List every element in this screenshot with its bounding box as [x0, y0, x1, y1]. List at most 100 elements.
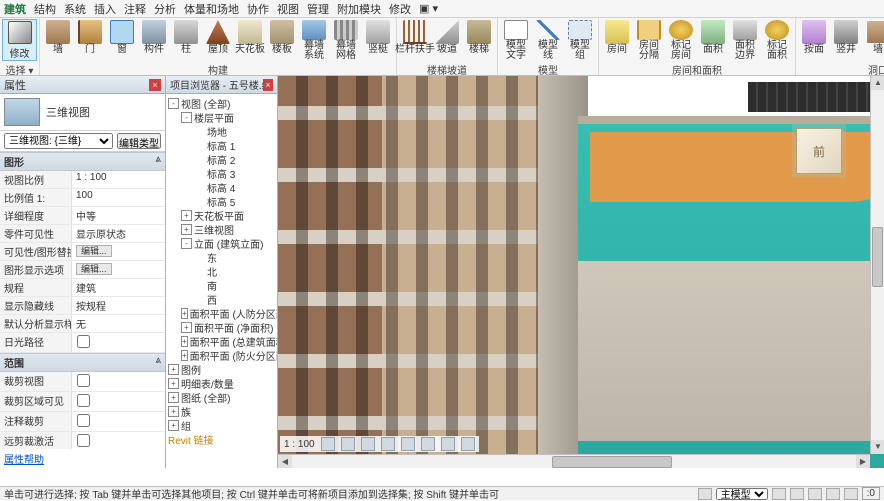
tree-node[interactable]: +三维视图 [166, 222, 277, 236]
crop-icon[interactable] [421, 437, 435, 451]
ribbon-屋顶-button[interactable]: 屋顶 [202, 19, 234, 61]
prop-row[interactable]: 显示隐藏线按规程 [0, 297, 165, 315]
prop-group-header[interactable]: 范围⩓ [0, 353, 165, 372]
panel-label[interactable]: 洞口 [796, 62, 884, 75]
panel-label[interactable]: 楼梯坡道 [397, 62, 497, 75]
prop-value[interactable] [72, 432, 165, 449]
ribbon-模型组-button[interactable]: 模型组 [564, 19, 596, 61]
design-option-select[interactable]: 主模型 [716, 488, 768, 500]
ribbon-构件-button[interactable]: 构件 [138, 19, 170, 61]
menu-item[interactable]: 附加模块 [337, 1, 381, 17]
building-model[interactable] [278, 76, 588, 468]
tree-leaf[interactable]: 南 [166, 278, 277, 292]
prop-row[interactable]: 日光路径 [0, 333, 165, 353]
tree-node[interactable]: Revit 链接 [166, 432, 277, 446]
prop-checkbox[interactable] [77, 374, 90, 387]
scene-3d[interactable]: 前 [278, 76, 870, 454]
tree-leaf[interactable]: 东 [166, 250, 277, 264]
ribbon-窗-button[interactable]: 窗 [106, 19, 138, 61]
prop-value[interactable] [72, 333, 165, 352]
expand-icon[interactable]: + [168, 392, 179, 403]
expand-icon[interactable]: + [181, 350, 188, 361]
prop-checkbox[interactable] [77, 434, 90, 447]
menu-item[interactable]: 修改 [389, 1, 411, 17]
prop-row[interactable]: 裁剪区域可见 [0, 392, 165, 412]
properties-grid[interactable]: 图形⩓视图比例1 : 100比例值 1:100详细程度中等零件可见性显示原状态可… [0, 152, 165, 449]
scroll-left-icon[interactable]: ◀ [278, 455, 292, 469]
scale-display[interactable]: 1 : 100 [284, 439, 315, 450]
properties-help-link[interactable]: 属性帮助 [0, 449, 165, 468]
prop-row[interactable]: 零件可见性显示原状态 [0, 225, 165, 243]
tree-leaf[interactable]: 标高 2 [166, 152, 277, 166]
prop-value[interactable]: 编辑... [72, 261, 165, 278]
menu-item[interactable]: 视图 [277, 1, 299, 17]
menu-item[interactable]: 结构 [34, 1, 56, 17]
select-links-icon[interactable] [772, 488, 786, 500]
prop-row[interactable]: 注释裁剪 [0, 412, 165, 432]
tree-node[interactable]: +面积平面 (防火分区面积) [166, 348, 277, 362]
collapse-icon[interactable]: - [168, 98, 179, 109]
ribbon-房间-button[interactable]: 房间 [601, 19, 633, 61]
ribbon-按面-button[interactable]: 按面 [798, 19, 830, 61]
menu-item[interactable]: 协作 [247, 1, 269, 17]
menu-item[interactable]: 系统 [64, 1, 86, 17]
expand-icon[interactable]: + [181, 336, 188, 347]
collapse-icon[interactable]: - [181, 112, 192, 123]
prop-edit-button[interactable]: 编辑... [76, 245, 112, 257]
menu-item[interactable]: 体量和场地 [184, 1, 239, 17]
menu-overflow[interactable]: ▣ ▾ [419, 2, 438, 15]
prop-row[interactable]: 远剪裁激活 [0, 432, 165, 449]
expand-icon[interactable]: + [168, 406, 179, 417]
prop-row[interactable]: 详细程度中等 [0, 207, 165, 225]
sun-path-icon[interactable] [361, 437, 375, 451]
tree-leaf[interactable]: 标高 4 [166, 180, 277, 194]
view-control-bar[interactable]: 1 : 100 [280, 436, 479, 452]
prop-row[interactable]: 默认分析显示样式无 [0, 315, 165, 333]
filter-count[interactable]: :0 [862, 487, 880, 500]
close-icon[interactable]: × [263, 79, 273, 91]
expand-icon[interactable]: + [168, 378, 179, 389]
tree-node[interactable]: +面积平面 (净面积) [166, 320, 277, 334]
scroll-down-icon[interactable]: ▼ [871, 440, 884, 454]
ribbon-标记房间-button[interactable]: 标记房间 [665, 19, 697, 61]
render-icon[interactable] [401, 437, 415, 451]
scroll-thumb[interactable] [552, 456, 672, 468]
tree-node[interactable]: +图例 [166, 362, 277, 376]
tree-node[interactable]: +组 [166, 418, 277, 432]
select-face-icon[interactable] [826, 488, 840, 500]
tree-node[interactable]: +族 [166, 404, 277, 418]
tree-leaf[interactable]: 场地 [166, 124, 277, 138]
tree-node[interactable]: +图纸 (全部) [166, 390, 277, 404]
browser-title-bar[interactable]: 项目浏览器 - 五号楼.终稿 × [166, 76, 277, 94]
ribbon-栏杆扶手-button[interactable]: 栏杆扶手 [399, 19, 431, 61]
project-tree[interactable]: -视图 (全部)-楼层平面场地标高 1标高 2标高 3标高 4标高 5+天花板平… [166, 94, 277, 468]
prop-value[interactable]: 无 [72, 315, 165, 332]
menu-item[interactable]: 插入 [94, 1, 116, 17]
ribbon-面积-button[interactable]: 面积 [697, 19, 729, 61]
ribbon-柱-button[interactable]: 柱 [170, 19, 202, 61]
prop-group-header[interactable]: 图形⩓ [0, 152, 165, 171]
ribbon-模型文字-button[interactable]: 模型文字 [500, 19, 532, 61]
prop-value[interactable]: 按规程 [72, 297, 165, 314]
tree-node[interactable]: +天花板平面 [166, 208, 277, 222]
ribbon-坡道-button[interactable]: 坡道 [431, 19, 463, 61]
close-icon[interactable]: × [149, 79, 161, 91]
prop-edit-button[interactable]: 编辑... [76, 263, 112, 275]
menu-item[interactable]: 建筑 [4, 1, 26, 17]
ribbon-房间分隔-button[interactable]: 房间分隔 [633, 19, 665, 61]
tree-node[interactable]: +面积平面 (总建筑面积) [166, 334, 277, 348]
panel-label[interactable]: 构建 [40, 62, 396, 75]
ribbon-墙-button[interactable]: 墙 [42, 19, 74, 61]
expand-icon[interactable]: + [181, 224, 192, 235]
ribbon-幕墙网格-button[interactable]: 幕墙网格 [330, 19, 362, 61]
visual-style-icon[interactable] [341, 437, 355, 451]
panel-label[interactable]: 模型 [498, 62, 598, 75]
drag-elements-icon[interactable] [844, 488, 858, 500]
expand-icon[interactable]: + [181, 210, 192, 221]
ribbon-竖井-button[interactable]: 竖井 [830, 19, 862, 61]
prop-row[interactable]: 图形显示选项编辑... [0, 261, 165, 279]
prop-value[interactable] [72, 392, 165, 411]
menu-item[interactable]: 注释 [124, 1, 146, 17]
prop-row[interactable]: 规程建筑 [0, 279, 165, 297]
expand-icon[interactable]: + [168, 364, 179, 375]
